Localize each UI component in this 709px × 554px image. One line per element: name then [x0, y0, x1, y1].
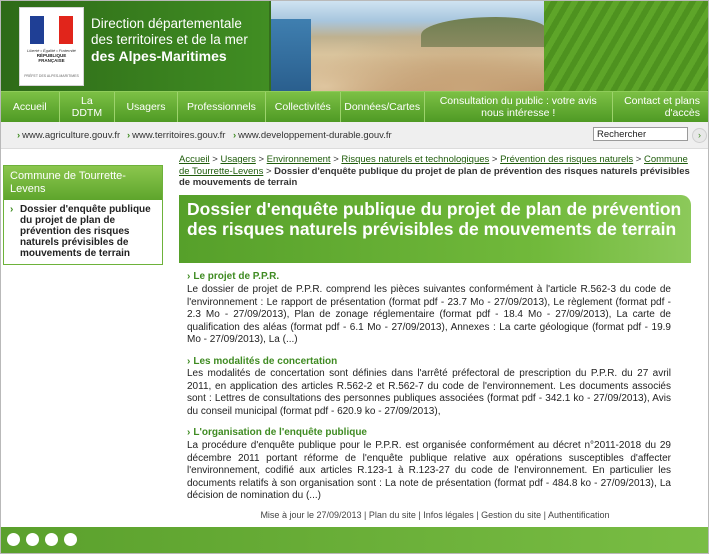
nav-item-usagers[interactable]: Usagers	[115, 92, 178, 122]
header-field-photo	[544, 1, 708, 91]
logo-prefecture: PRÉFET DES ALPES-MARITIMES	[24, 74, 79, 78]
sidebar-item-dossier[interactable]: › Dossier d'enquête publique du projet d…	[4, 202, 162, 259]
search-input[interactable]	[593, 127, 688, 141]
arrow-icon: ›	[187, 427, 191, 438]
breadcrumb-usagers[interactable]: Usagers	[220, 154, 255, 165]
section-title-concertation[interactable]: › Les modalités de concertation	[187, 356, 337, 367]
arrow-icon: ›	[187, 356, 191, 367]
partner-links-bar: › www.agriculture.gouv.fr › www.territoire…	[1, 122, 708, 149]
footer-dots	[7, 533, 77, 546]
footer-updated: Mise à jour le 27/09/2013	[260, 510, 362, 520]
main-nav: Accueil La DDTM Usagers Professionnels C…	[1, 91, 708, 122]
link-agriculture[interactable]: › www.agriculture.gouv.fr	[17, 130, 120, 141]
arrow-icon: ›	[17, 130, 21, 141]
french-flag-icon	[30, 16, 73, 44]
browser-page: Liberté • Égalité • Fraternité RÉPUBLIQU…	[0, 0, 709, 554]
nav-item-la-ddtm[interactable]: La DDTM	[60, 92, 116, 122]
dot-icon	[7, 533, 20, 546]
marianne-logo[interactable]: Liberté • Égalité • Fraternité RÉPUBLIQU…	[19, 7, 84, 86]
nav-item-contact[interactable]: Contact et plans d'accès	[613, 92, 708, 122]
link-developpement-durable[interactable]: › www.developpement-durable.gouv.fr	[233, 130, 392, 141]
site-title-line2: des territoires et de la mer	[91, 32, 248, 47]
section-body-projet: Le dossier de projet de P.P.R. comprend …	[187, 284, 671, 345]
footer-authentification[interactable]: Authentification	[548, 510, 610, 520]
arrow-icon: ›	[127, 130, 131, 141]
sidebar: Commune de Tourrette-Levens › Dossier d'…	[3, 165, 163, 265]
dot-icon	[45, 533, 58, 546]
nav-item-professionnels[interactable]: Professionnels	[178, 92, 267, 122]
footer-gestion-du-site[interactable]: Gestion du site	[481, 510, 541, 520]
footer-infos-legales[interactable]: Infos légales	[423, 510, 474, 520]
breadcrumb: Accueil > Usagers > Environnement > Risq…	[179, 154, 690, 188]
header-city-photo	[269, 1, 546, 91]
sidebar-heading[interactable]: Commune de Tourrette-Levens	[4, 166, 162, 200]
nav-item-donnees-cartes[interactable]: Données/Cartes	[341, 92, 425, 122]
breadcrumb-accueil[interactable]: Accueil	[179, 154, 210, 165]
logo-country: RÉPUBLIQUE FRANÇAISE	[36, 53, 67, 63]
link-territoires[interactable]: › www.territoires.gouv.fr	[127, 130, 225, 141]
section-body-enquete: La procédure d'enquête publique pour le …	[187, 440, 671, 501]
footer-bar	[1, 527, 708, 553]
page-title: Dossier d'enquête publique du projet de …	[179, 195, 691, 263]
dot-icon	[26, 533, 39, 546]
site-title-line1: Direction départementale	[91, 16, 242, 31]
footer-links: Mise à jour le 27/09/2013 | Plan du site…	[260, 510, 610, 520]
breadcrumb-prevention[interactable]: Prévention des risques naturels	[500, 154, 633, 165]
breadcrumb-risques[interactable]: Risques naturels et technologiques	[341, 154, 489, 165]
sidebar-item-label: Dossier d'enquête publique du projet de …	[20, 204, 151, 259]
site-header: Liberté • Égalité • Fraternité RÉPUBLIQU…	[1, 1, 708, 91]
footer-plan-du-site[interactable]: Plan du site	[369, 510, 416, 520]
section-title-projet[interactable]: › Le projet de P.P.R.	[187, 271, 279, 282]
arrow-icon: ›	[10, 204, 14, 215]
breadcrumb-environnement[interactable]: Environnement	[267, 154, 331, 165]
arrow-icon: ›	[187, 271, 191, 282]
nav-item-collectivites[interactable]: Collectivités	[266, 92, 341, 122]
arrow-icon: ›	[233, 130, 237, 141]
section-body-concertation: Les modalités de concertation sont défin…	[187, 368, 671, 417]
site-title-line3: des Alpes-Maritimes	[91, 48, 227, 64]
dot-icon	[64, 533, 77, 546]
section-title-enquete[interactable]: › L'organisation de l'enquête publique	[187, 427, 367, 438]
search-go-icon[interactable]: ›	[692, 128, 707, 143]
nav-item-consultation[interactable]: Consultation du public : votre avis nous…	[425, 92, 613, 122]
site-title[interactable]: Direction départementale des territoires…	[91, 16, 281, 64]
nav-item-accueil[interactable]: Accueil	[1, 92, 60, 122]
